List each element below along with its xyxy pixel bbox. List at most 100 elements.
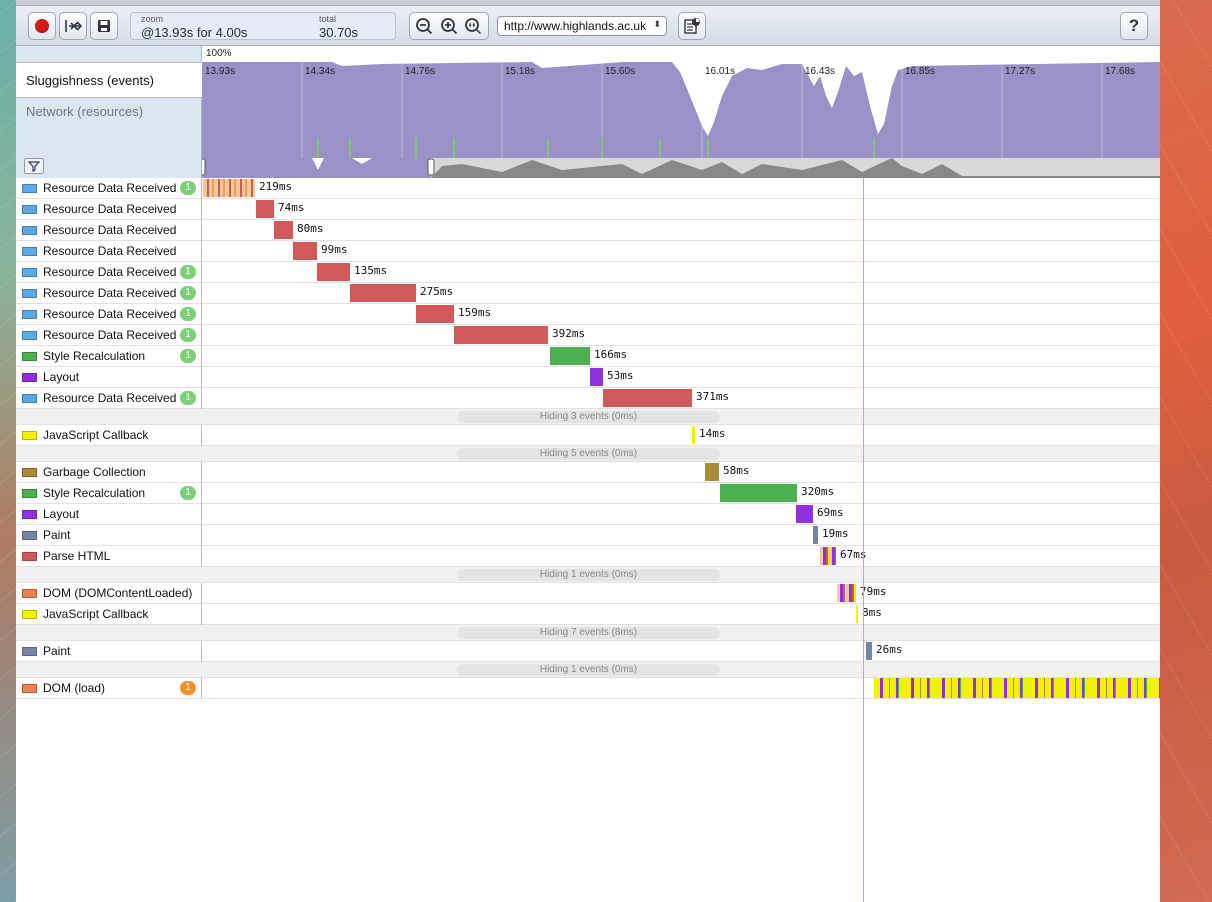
event-color-swatch	[22, 226, 37, 235]
url-select[interactable]: http://www.highlands.ac.uk ⬍	[497, 16, 667, 36]
event-row[interactable]: Garbage Collection 58ms	[16, 462, 1160, 483]
event-duration-bar[interactable]	[317, 263, 350, 281]
event-row[interactable]: JavaScript Callback 8ms	[16, 604, 1160, 625]
event-duration-bar[interactable]	[874, 678, 1160, 698]
event-row[interactable]: Paint 19ms	[16, 525, 1160, 546]
event-row[interactable]: Resource Data Received 74ms	[16, 199, 1160, 220]
event-count-badge[interactable]: 1	[180, 181, 196, 195]
event-duration-bar[interactable]	[820, 547, 836, 565]
event-row[interactable]: Resource Data Received 80ms	[16, 220, 1160, 241]
event-row[interactable]: Paint 26ms	[16, 641, 1160, 662]
event-row[interactable]: Style Recalculation 1 166ms	[16, 346, 1160, 367]
zoom-button-group	[409, 12, 489, 40]
event-label: JavaScript Callback	[16, 604, 202, 625]
event-color-swatch	[22, 352, 37, 361]
event-duration-bar[interactable]	[866, 642, 872, 660]
event-count-badge[interactable]: 1	[180, 681, 196, 695]
event-duration-bar[interactable]	[550, 347, 590, 365]
event-duration-bar[interactable]	[454, 326, 548, 344]
event-count-badge[interactable]: 1	[180, 391, 196, 405]
event-duration-bar[interactable]	[590, 368, 603, 386]
event-rows: Resource Data Received 1 219ms Resource Dat…	[16, 178, 1160, 902]
event-row[interactable]: DOM (DOMContentLoaded) 79ms	[16, 583, 1160, 604]
desktop-background-left	[0, 0, 16, 902]
event-count-badge[interactable]: 1	[180, 286, 196, 300]
event-row[interactable]: Layout 53ms	[16, 367, 1160, 388]
event-row[interactable]: Resource Data Received 1 392ms	[16, 325, 1160, 346]
event-name: Resource Data Received	[43, 328, 177, 342]
toolbar-top-edge	[16, 0, 1160, 6]
event-duration-bar[interactable]	[416, 305, 454, 323]
zoom-fit-button[interactable]	[464, 17, 482, 38]
event-label: Parse HTML	[16, 546, 202, 567]
event-name: Layout	[43, 370, 80, 384]
hidden-events-toggle[interactable]: Hiding 1 events (0ms)	[457, 569, 720, 581]
zoom-label: zoom	[141, 14, 164, 24]
save-button[interactable]	[90, 12, 118, 40]
tab-network[interactable]: Network (resources)	[16, 104, 143, 119]
overview-chart[interactable]: 100% 13.93s 14.34s 14.76s 15.18s 15.60s 16.01s…	[198, 46, 1160, 178]
event-duration-bar[interactable]	[293, 242, 317, 260]
hidden-events-row: Hiding 5 events (0ms)	[16, 446, 1160, 462]
event-duration-bar[interactable]	[256, 200, 274, 218]
event-row[interactable]: Resource Data Received 1 135ms	[16, 262, 1160, 283]
filter-button[interactable]	[24, 158, 44, 174]
zoom-out-button[interactable]	[415, 17, 433, 38]
overview-panel: Sluggishness (events) Network (resources…	[16, 46, 1160, 178]
hidden-events-toggle[interactable]: Hiding 1 events (0ms)	[457, 664, 720, 676]
event-row[interactable]: DOM (load) 1	[16, 678, 1160, 699]
record-button[interactable]	[28, 12, 56, 40]
tick-label: 17.27s	[1005, 66, 1035, 77]
event-duration-bar[interactable]	[720, 484, 797, 502]
zoom-value: @13.93s for 4.00s	[141, 25, 248, 40]
event-row[interactable]: Resource Data Received 1 219ms	[16, 178, 1160, 199]
event-name: Resource Data Received	[43, 202, 177, 216]
event-count-badge[interactable]: 1	[180, 307, 196, 321]
tab-sluggishness[interactable]: Sluggishness (events)	[16, 62, 202, 98]
event-row[interactable]: Resource Data Received 1 159ms	[16, 304, 1160, 325]
event-row[interactable]: JavaScript Callback 14ms	[16, 425, 1160, 446]
event-row[interactable]: Resource Data Received 99ms	[16, 241, 1160, 262]
event-duration-bar[interactable]	[856, 605, 858, 623]
event-row[interactable]: Style Recalculation 1 320ms	[16, 483, 1160, 504]
hidden-events-toggle[interactable]: Hiding 3 events (0ms)	[457, 411, 720, 423]
zoom-in-button[interactable]	[440, 17, 458, 38]
event-duration-bar[interactable]	[813, 526, 818, 544]
event-row[interactable]: Resource Data Received 1 275ms	[16, 283, 1160, 304]
event-row[interactable]: Layout 69ms	[16, 504, 1160, 525]
event-count-badge[interactable]: 1	[180, 486, 196, 500]
event-name: DOM (DOMContentLoaded)	[43, 586, 193, 600]
event-color-swatch	[22, 684, 37, 693]
export-button[interactable]	[678, 12, 706, 40]
event-row[interactable]: Resource Data Received 1 371ms	[16, 388, 1160, 409]
event-duration-label: 371ms	[696, 390, 730, 403]
event-name: Resource Data Received	[43, 307, 177, 321]
event-count-badge[interactable]: 1	[180, 265, 196, 279]
event-duration-bar[interactable]	[796, 505, 813, 523]
event-duration-bar[interactable]	[692, 426, 695, 444]
help-button[interactable]: ?	[1120, 12, 1148, 40]
event-duration-bar[interactable]	[837, 584, 856, 602]
event-color-swatch	[22, 289, 37, 298]
chevron-updown-icon: ⬍	[653, 19, 661, 29]
event-duration-label: 80ms	[297, 222, 324, 235]
event-duration-bar[interactable]	[350, 284, 416, 302]
event-name: Resource Data Received	[43, 244, 177, 258]
event-label: Resource Data Received 1	[16, 178, 202, 199]
event-duration-bar[interactable]	[203, 179, 255, 197]
event-name: JavaScript Callback	[43, 428, 149, 442]
event-duration-bar[interactable]	[603, 389, 692, 407]
event-count-badge[interactable]: 1	[180, 328, 196, 342]
overview-header-strip	[202, 46, 1160, 62]
hidden-events-toggle[interactable]: Hiding 5 events (0ms)	[457, 448, 720, 460]
tick-label: 14.76s	[405, 66, 435, 77]
event-duration-bar[interactable]	[705, 463, 719, 481]
event-count-badge[interactable]: 1	[180, 349, 196, 363]
hidden-events-toggle[interactable]: Hiding 7 events (8ms)	[457, 627, 720, 639]
event-duration-bar[interactable]	[274, 221, 293, 239]
event-label: Layout	[16, 367, 202, 388]
event-color-swatch	[22, 610, 37, 619]
event-label: Paint	[16, 641, 202, 662]
event-row[interactable]: Parse HTML 67ms	[16, 546, 1160, 567]
clear-button[interactable]	[59, 12, 87, 40]
